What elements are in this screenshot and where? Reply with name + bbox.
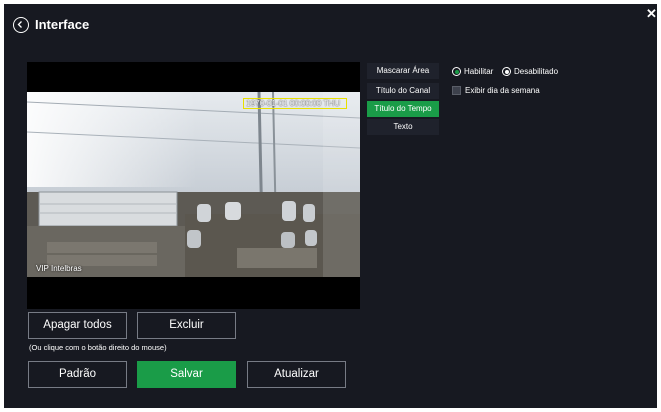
time-title-text: 1970-01-01 00:00:00 THU [246, 98, 341, 108]
radio-habilitar-circle[interactable] [452, 67, 461, 76]
right-click-hint: (Ou clique com o botão direito do mouse) [29, 343, 167, 352]
back-icon[interactable] [13, 17, 29, 33]
camera-image [27, 92, 360, 277]
time-title-region[interactable]: 1970-01-01 00:00:00 THU [243, 98, 347, 109]
video-preview[interactable]: 1970-01-01 00:00:00 THU VIP Intelbras [27, 62, 360, 309]
default-button[interactable]: Padrão [28, 361, 127, 388]
radio-habilitar-label: Habilitar [464, 67, 494, 76]
radio-desabilitado-circle[interactable] [502, 67, 511, 76]
close-icon[interactable]: ✕ [646, 7, 657, 20]
refresh-button[interactable]: Atualizar [247, 361, 346, 388]
delete-button[interactable]: Excluir [137, 312, 236, 339]
weekday-checkbox-box[interactable] [452, 86, 461, 95]
tab-titulo-canal[interactable]: Título do Canal [367, 83, 439, 99]
save-button[interactable]: Salvar [137, 361, 236, 388]
weekday-checkbox[interactable]: Exibir dia da semana [452, 85, 540, 96]
radio-desabilitado-label: Desabilitado [514, 67, 559, 76]
weekday-checkbox-label: Exibir dia da semana [465, 86, 540, 95]
tab-texto[interactable]: Texto [367, 119, 439, 135]
radio-habilitar[interactable]: Habilitar [452, 66, 493, 77]
radio-desabilitado[interactable]: Desabilitado [502, 66, 558, 77]
tab-titulo-tempo[interactable]: Título do Tempo [367, 101, 439, 117]
clear-all-button[interactable]: Apagar todos [28, 312, 127, 339]
page-title: Interface [35, 17, 90, 32]
tab-mascarar-area[interactable]: Mascarar Área [367, 63, 439, 79]
channel-title-text: VIP Intelbras [36, 264, 82, 273]
